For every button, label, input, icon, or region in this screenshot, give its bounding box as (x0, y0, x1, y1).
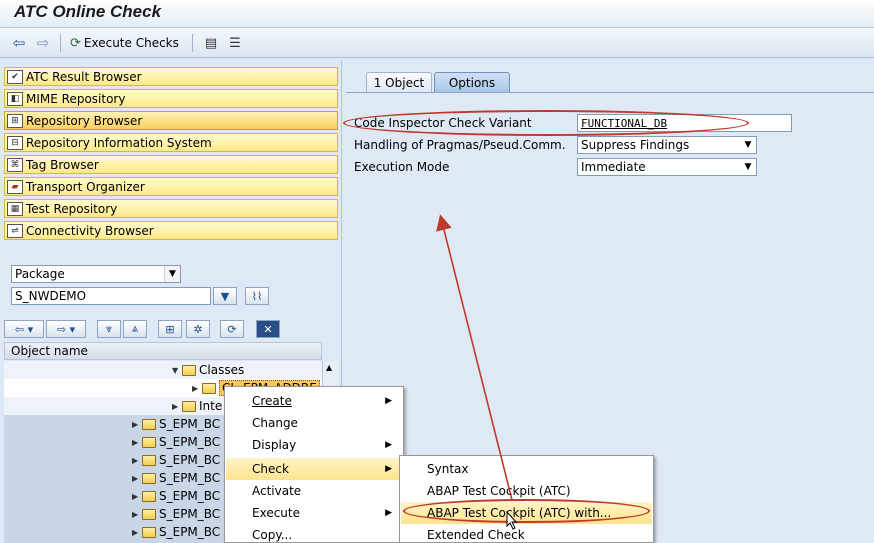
annotation-arrow (436, 214, 518, 530)
mouse-cursor-icon (506, 510, 518, 530)
arrow-line (436, 214, 513, 501)
